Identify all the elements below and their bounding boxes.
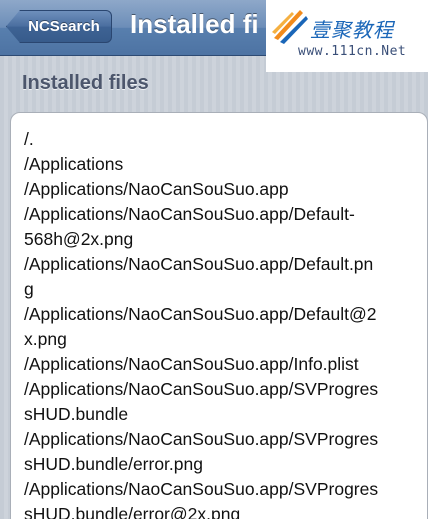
screen: NCSearch Installed fi 壹聚教程 www.111cn.Net… <box>0 0 428 519</box>
file-line: sHUD.bundle/error.png <box>24 454 203 474</box>
file-line: x.png <box>24 329 67 349</box>
file-line: 568h@2x.png <box>24 229 134 249</box>
watermark-url: www.111cn.Net <box>298 44 407 59</box>
file-line: /. <box>24 129 34 149</box>
file-line: sHUD.bundle/error@2x.png <box>24 504 241 519</box>
section-header: Installed files <box>22 72 149 94</box>
file-line: /Applications/NaoCanSouSuo.app/Default@2 <box>24 304 377 324</box>
watermark: 壹聚教程 www.111cn.Net <box>266 0 428 72</box>
file-list: /. /Applications/Applications/NaoCanSouSu… <box>24 127 427 519</box>
file-line: /Applications/NaoCanSouSuo.app/SVProgres <box>24 479 379 499</box>
file-line: /Applications/NaoCanSouSuo.app <box>24 179 289 199</box>
file-line: /Applications/NaoCanSouSuo.app/Default.p… <box>24 254 374 274</box>
file-line: sHUD.bundle <box>24 404 129 424</box>
file-line: /Applications/NaoCanSouSuo.app/SVProgres <box>24 429 379 449</box>
file-line: /Applications/NaoCanSouSuo.app/SVProgres <box>24 379 379 399</box>
file-list-card: /. /Applications/Applications/NaoCanSouSu… <box>10 112 428 519</box>
file-line: /Applications/NaoCanSouSuo.app/Default- <box>24 204 355 224</box>
watermark-text: 壹聚教程 <box>310 18 394 42</box>
file-line: g <box>24 279 34 299</box>
logo-icon <box>272 10 308 44</box>
back-button[interactable]: NCSearch <box>6 10 112 43</box>
file-line: /Applications/NaoCanSouSuo.app/Info.plis… <box>24 354 359 374</box>
file-line: /Applications <box>24 154 124 174</box>
page-title: Installed fi <box>130 9 259 39</box>
